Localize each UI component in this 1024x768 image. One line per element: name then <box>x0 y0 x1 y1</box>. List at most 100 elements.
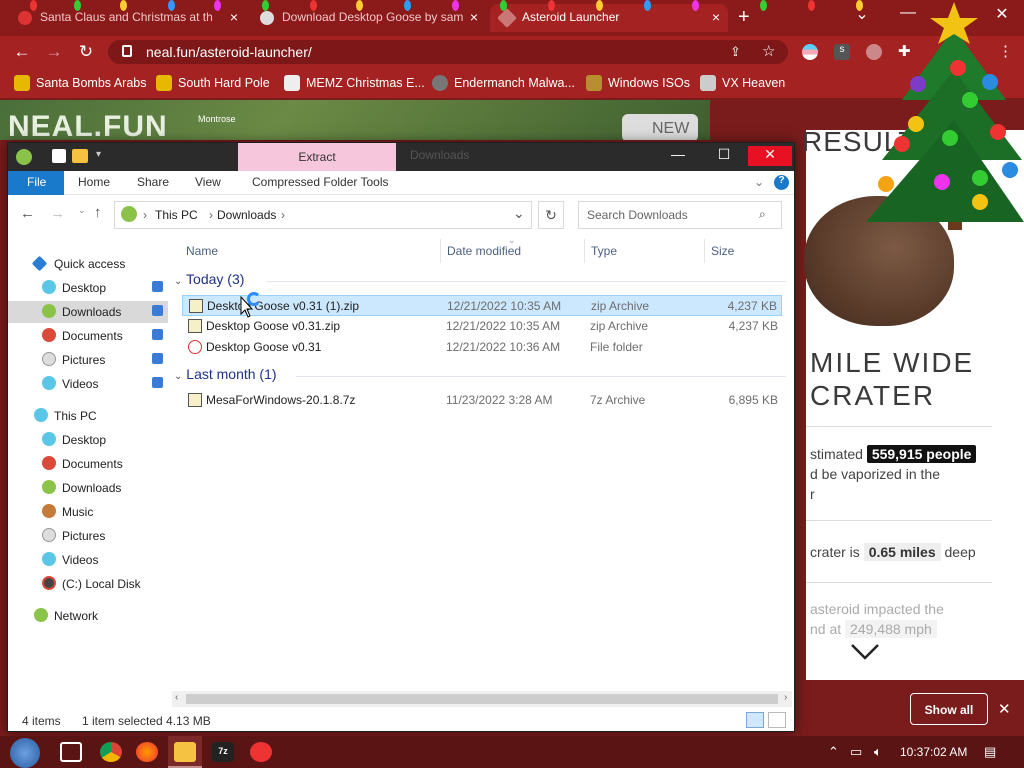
scroll-left-icon[interactable]: ‹ <box>175 692 178 703</box>
network-tray-icon[interactable]: ▭ <box>850 744 862 760</box>
new-folder-icon[interactable] <box>72 149 88 163</box>
tab-view[interactable]: View <box>195 175 221 189</box>
sidebar-item-downloads[interactable]: Downloads <box>8 477 168 499</box>
sidebar-item-pictures[interactable]: Pictures <box>8 525 168 547</box>
horizontal-scrollbar[interactable]: ‹ › <box>172 691 792 707</box>
chevron-down-icon[interactable] <box>850 640 880 668</box>
quick-access-toolbar-dropdown-icon[interactable]: ▾ <box>96 149 101 160</box>
breadcrumb-this-pc[interactable]: This PC <box>155 208 198 222</box>
7zip-icon[interactable]: 7z <box>212 742 234 762</box>
maximize-button[interactable]: ☐ <box>702 146 746 166</box>
extension-flag-icon[interactable] <box>802 44 818 60</box>
group-header-today[interactable]: ⌄ Today (3) <box>174 271 244 287</box>
breadcrumb[interactable]: › This PC › Downloads › ⌄ <box>114 201 532 229</box>
sidebar-item-videos[interactable]: Videos <box>8 549 168 571</box>
breadcrumb-downloads[interactable]: Downloads <box>217 208 276 222</box>
new-tab-button[interactable]: + <box>738 6 750 29</box>
tab-file[interactable]: File <box>8 171 64 195</box>
sidebar-item-music[interactable]: Music <box>8 501 168 523</box>
show-all-button[interactable]: Show all <box>910 693 988 725</box>
up-icon[interactable]: ↑ <box>94 204 102 221</box>
title-bar[interactable]: ▾ Extract Downloads — ☐ ✕ <box>8 143 794 171</box>
bookmark-item[interactable]: Windows ISOs <box>586 75 690 91</box>
bookmark-item[interactable]: VX Heaven <box>700 75 785 91</box>
new-badge[interactable]: NEW <box>622 114 698 140</box>
task-view-icon[interactable] <box>60 742 82 762</box>
map-background[interactable]: NEAL.FUN Montrose NEW <box>0 100 710 140</box>
sidebar-item-local-disk[interactable]: (C:) Local Disk <box>8 573 168 595</box>
bookmark-item[interactable]: Endermanch Malwa... <box>432 75 575 91</box>
tab-compressed-folder-tools[interactable]: Compressed Folder Tools <box>252 175 389 189</box>
table-row[interactable]: MesaForWindows-20.1.8.7z 11/23/2022 3:28… <box>182 390 782 411</box>
chrome-icon[interactable] <box>100 742 122 762</box>
help-icon[interactable]: ? <box>774 175 789 190</box>
notifications-icon[interactable]: ▤ <box>984 744 996 760</box>
table-row[interactable]: Desktop Goose v0.31 12/21/2022 10:36 AM … <box>182 337 782 358</box>
file-explorer-icon[interactable] <box>174 742 196 762</box>
tray-overflow-icon[interactable]: ⌃ <box>828 744 839 760</box>
browser-tab[interactable]: Download Desktop Goose by sam × <box>250 4 486 32</box>
browser-tab[interactable]: Santa Claus and Christmas at th × <box>8 4 246 32</box>
file-explorer-window: ▾ Extract Downloads — ☐ ✕ File Home Shar… <box>7 142 795 732</box>
properties-icon[interactable] <box>52 149 66 163</box>
scroll-right-icon[interactable]: › <box>784 692 787 703</box>
sidebar-item-documents[interactable]: Documents <box>8 325 168 347</box>
close-tab-icon[interactable]: × <box>712 9 720 25</box>
close-button[interactable]: ✕ <box>748 146 792 166</box>
sidebar-item-quick-access[interactable]: Quick access <box>8 253 168 275</box>
expand-ribbon-icon[interactable]: ⌄ <box>754 175 764 189</box>
table-row[interactable]: Desktop Goose v0.31 (1).zip 12/21/2022 1… <box>182 295 782 316</box>
sidebar-item-videos[interactable]: Videos <box>8 373 168 395</box>
share-icon[interactable]: ⇪ <box>730 44 741 60</box>
christmas-tree-decoration <box>862 0 1024 240</box>
volume-icon[interactable]: 🔈︎ <box>874 744 882 760</box>
sidebar-item-documents[interactable]: Documents <box>8 453 168 475</box>
refresh-icon[interactable]: ↻ <box>538 201 564 229</box>
search-input[interactable]: Search Downloads ⌕ <box>578 201 782 229</box>
tab-extract[interactable]: Extract <box>238 143 396 171</box>
sidebar-item-desktop[interactable]: Desktop <box>8 277 168 299</box>
scrollbar-thumb[interactable] <box>186 694 778 704</box>
close-icon[interactable]: ✕ <box>998 700 1011 718</box>
bookmark-item[interactable]: South Hard Pole <box>156 75 270 91</box>
close-tab-icon[interactable]: × <box>230 9 238 25</box>
forward-icon[interactable]: → <box>50 205 65 222</box>
sidebar-item-pictures[interactable]: Pictures <box>8 349 168 371</box>
close-tab-icon[interactable]: × <box>470 9 478 25</box>
bookmark-item[interactable]: MEMZ Christmas E... <box>284 75 425 91</box>
sidebar-item-this-pc[interactable]: This PC <box>8 405 168 427</box>
impact-speed-stat: nd at 249,488 mph <box>810 620 937 638</box>
minimize-button[interactable]: — <box>656 146 700 166</box>
crater-heading: MILE WIDE CRATER <box>810 347 975 411</box>
start-button[interactable] <box>10 738 40 768</box>
bookmark-star-icon[interactable]: ☆ <box>762 42 775 60</box>
desktop-goose-icon[interactable] <box>250 742 272 762</box>
address-dropdown-icon[interactable]: ⌄ <box>513 205 525 222</box>
clock[interactable]: 10:37:02 AM <box>900 745 967 759</box>
forward-icon[interactable]: → <box>44 42 64 62</box>
sidebar-item-downloads[interactable]: Downloads <box>8 301 168 323</box>
url-input[interactable]: neal.fun/asteroid-launcher/ <box>108 40 788 64</box>
details-view-icon[interactable] <box>746 712 764 728</box>
back-icon[interactable]: ← <box>20 205 35 222</box>
group-header-last-month[interactable]: ⌄ Last month (1) <box>174 366 277 382</box>
back-icon[interactable]: ← <box>12 42 32 62</box>
sidebar-item-desktop[interactable]: Desktop <box>8 429 168 451</box>
bookmark-item[interactable]: Santa Bombs Arabs <box>14 75 146 91</box>
large-icons-view-icon[interactable] <box>768 712 786 728</box>
tab-home[interactable]: Home <box>78 175 110 189</box>
tab-share[interactable]: Share <box>137 175 169 189</box>
column-header-name[interactable]: Name <box>186 244 218 258</box>
table-row[interactable]: Desktop Goose v0.31.zip 12/21/2022 10:35… <box>182 316 782 337</box>
column-header-type[interactable]: Type <box>591 244 617 258</box>
column-header-date[interactable]: Date modified <box>447 244 521 258</box>
reload-icon[interactable]: ↻ <box>76 42 96 62</box>
firefox-icon[interactable] <box>136 742 158 762</box>
browser-tab-active[interactable]: Asteroid Launcher × <box>490 4 728 32</box>
column-header-size[interactable]: Size <box>711 244 734 258</box>
recent-locations-icon[interactable]: ⌄ <box>78 205 86 216</box>
sidebar-item-network[interactable]: Network <box>8 605 168 627</box>
site-logo[interactable]: NEAL.FUN <box>8 110 168 140</box>
search-icon: ⌕ <box>759 207 766 221</box>
profile-s-icon[interactable]: s <box>834 44 850 60</box>
